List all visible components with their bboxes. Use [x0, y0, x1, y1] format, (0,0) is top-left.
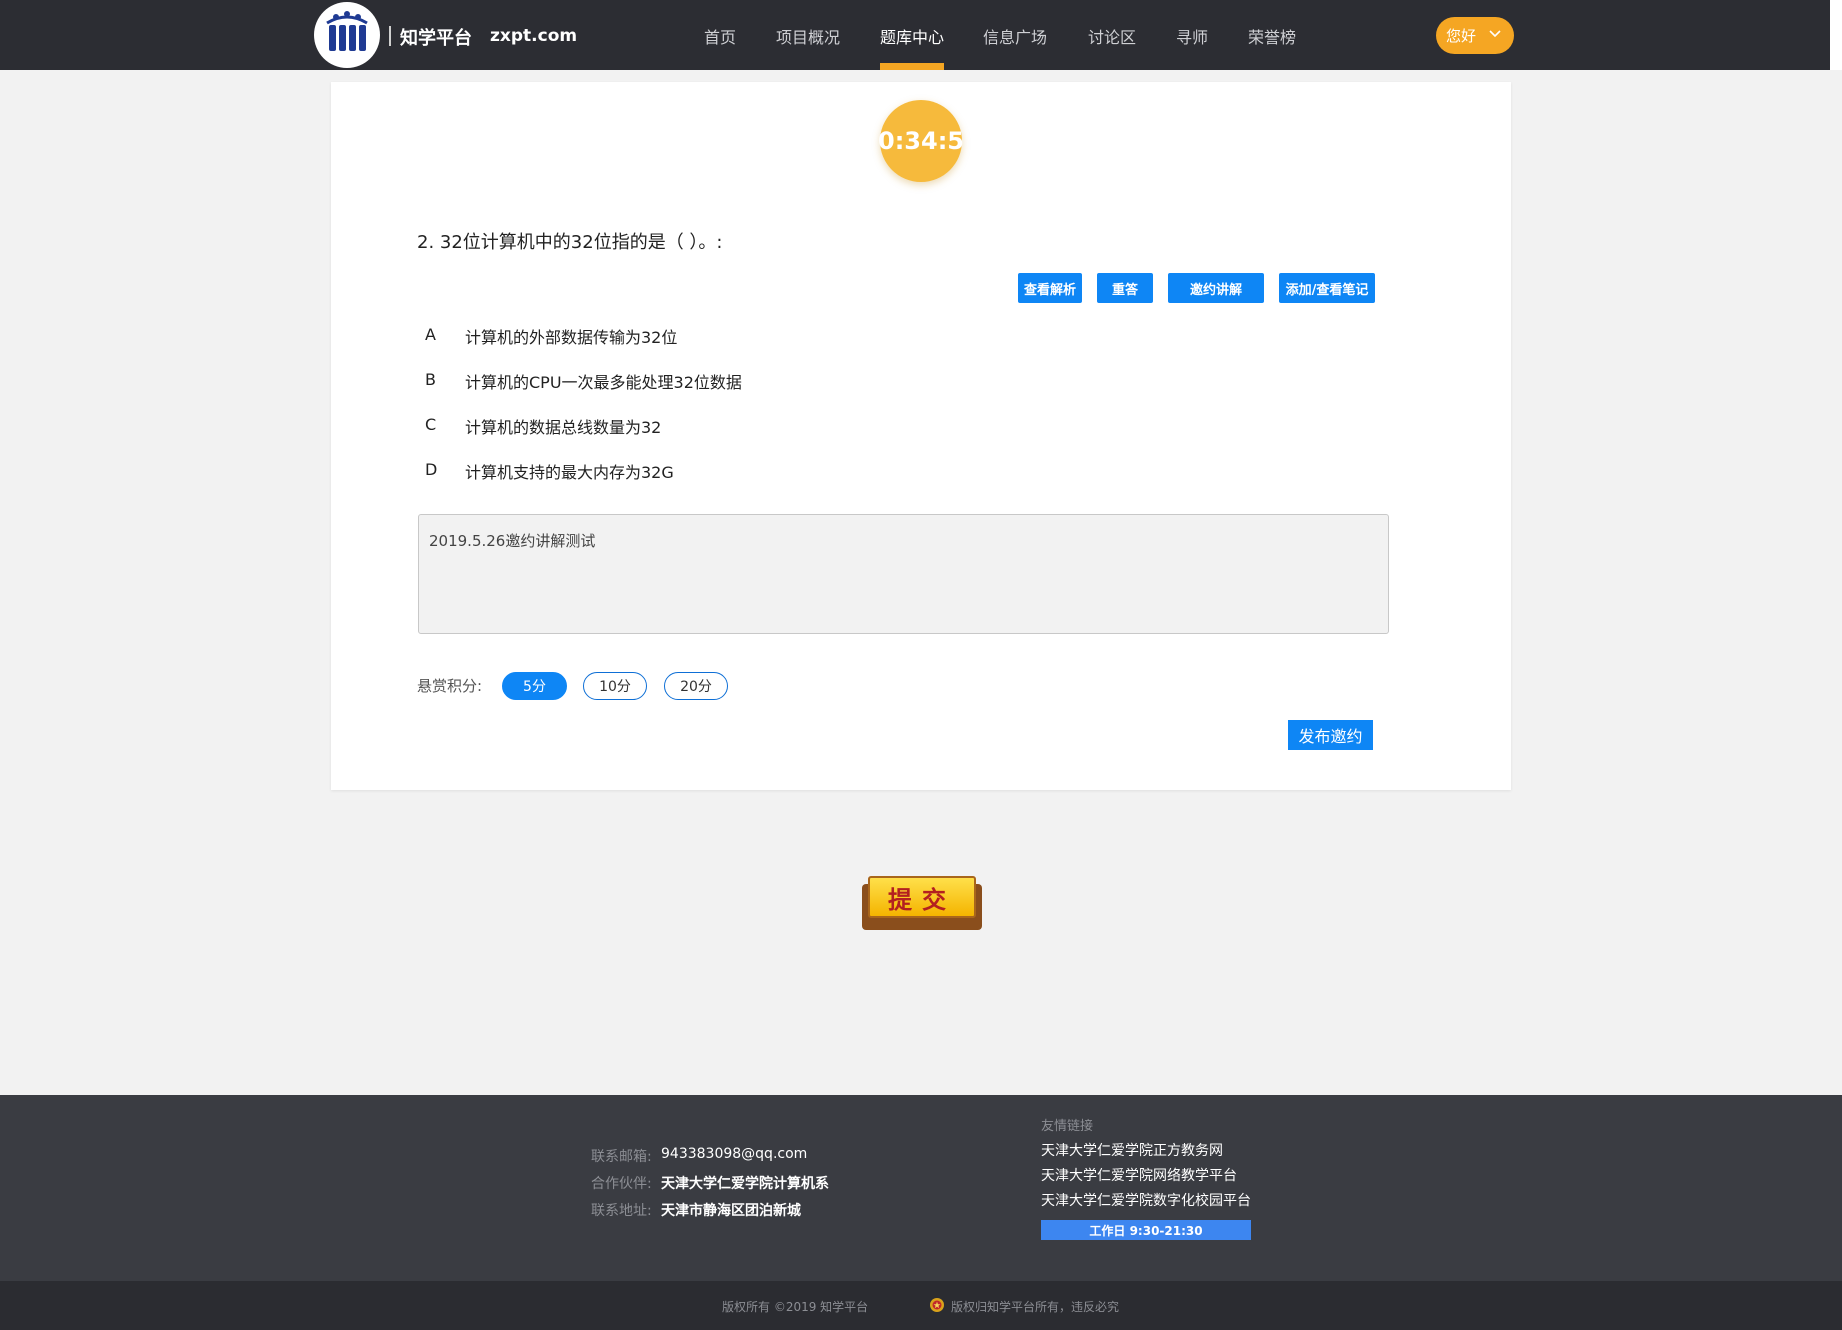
reward-20-points[interactable]: 20分 — [664, 672, 728, 700]
logo[interactable] — [314, 2, 380, 68]
invite-note-textarea[interactable]: 2019.5.26邀约讲解测试 — [418, 514, 1389, 634]
rights-reserved-text: 版权归知学平台所有，违反必究 — [951, 1300, 1120, 1314]
nav-honor-board[interactable]: 荣誉榜 — [1248, 24, 1296, 48]
option-b-text[interactable]: 计算机的CPU一次最多能处理32位数据 — [465, 369, 742, 393]
question-text: 2. 32位计算机中的32位指的是（ ）。: — [417, 232, 723, 253]
brand-domain[interactable]: zxpt.com — [490, 26, 577, 46]
work-hours-badge: 工作日 9:30-21:30 — [1041, 1220, 1251, 1240]
reanswer-button[interactable]: 重答 — [1097, 273, 1153, 303]
reward-5-points[interactable]: 5分 — [502, 672, 567, 700]
nav-question-bank[interactable]: 题库中心 — [880, 24, 944, 48]
window-edge — [1830, 0, 1842, 70]
nav-home[interactable]: 首页 — [704, 24, 736, 48]
publish-invite-button[interactable]: 发布邀约 — [1288, 720, 1373, 750]
nav-project-overview[interactable]: 项目概况 — [776, 24, 840, 48]
reward-10-points[interactable]: 10分 — [583, 672, 647, 700]
footer-partner: 天津大学仁爱学院计算机系 — [661, 1176, 829, 1192]
option-d-letter[interactable]: D — [425, 460, 437, 479]
link-teaching-platform[interactable]: 天津大学仁爱学院网络教学平台 — [1041, 1165, 1237, 1185]
copyright-text: 版权所有 ©2019 知学平台 — [722, 1300, 869, 1314]
view-analysis-button[interactable]: 查看解析 — [1018, 273, 1082, 303]
footer-copyright-bar — [0, 1281, 1842, 1330]
footer — [0, 1095, 1842, 1281]
option-c-letter[interactable]: C — [425, 415, 436, 434]
user-greeting: 您好 — [1446, 27, 1477, 45]
chevron-down-icon — [1489, 30, 1501, 38]
nav-info-square[interactable]: 信息广场 — [983, 24, 1047, 48]
footer-address: 天津市静海区团泊新城 — [661, 1203, 801, 1219]
user-menu-button[interactable]: 您好 — [1436, 17, 1514, 54]
reward-points-label: 悬赏积分: — [417, 677, 483, 695]
logo-emblem-icon — [321, 9, 373, 61]
submit-button[interactable]: 提交 — [862, 872, 982, 930]
notes-button[interactable]: 添加/查看笔记 — [1279, 273, 1375, 303]
footer-partner-label: 合作伙伴: — [591, 1176, 652, 1192]
nav-active-indicator — [880, 63, 944, 70]
nav-discussion[interactable]: 讨论区 — [1088, 24, 1136, 48]
brand-name[interactable]: 知学平台 — [400, 24, 472, 50]
option-a-text[interactable]: 计算机的外部数据传输为32位 — [465, 324, 677, 348]
countdown-timer: 0:34:5 — [878, 100, 964, 182]
link-digital-campus[interactable]: 天津大学仁爱学院数字化校园平台 — [1041, 1190, 1251, 1210]
logo-divider — [389, 26, 391, 46]
friendly-links-title: 友情链接 — [1041, 1119, 1094, 1134]
submit-button-label: 提交 — [868, 876, 976, 918]
option-c-text[interactable]: 计算机的数据总线数量为32 — [465, 414, 661, 438]
option-d-text[interactable]: 计算机支持的最大内存为32G — [465, 459, 674, 483]
police-badge-icon — [930, 1298, 944, 1312]
nav-find-teacher[interactable]: 寻师 — [1176, 24, 1208, 48]
footer-email[interactable]: 943383098@qq.com — [661, 1146, 807, 1162]
footer-email-label: 联系邮箱: — [591, 1149, 652, 1165]
invite-explanation-button[interactable]: 邀约讲解 — [1168, 273, 1264, 303]
option-b-letter[interactable]: B — [425, 370, 436, 389]
footer-address-label: 联系地址: — [591, 1203, 652, 1219]
option-a-letter[interactable]: A — [425, 325, 436, 344]
link-academic-system[interactable]: 天津大学仁爱学院正方教务网 — [1041, 1140, 1223, 1160]
